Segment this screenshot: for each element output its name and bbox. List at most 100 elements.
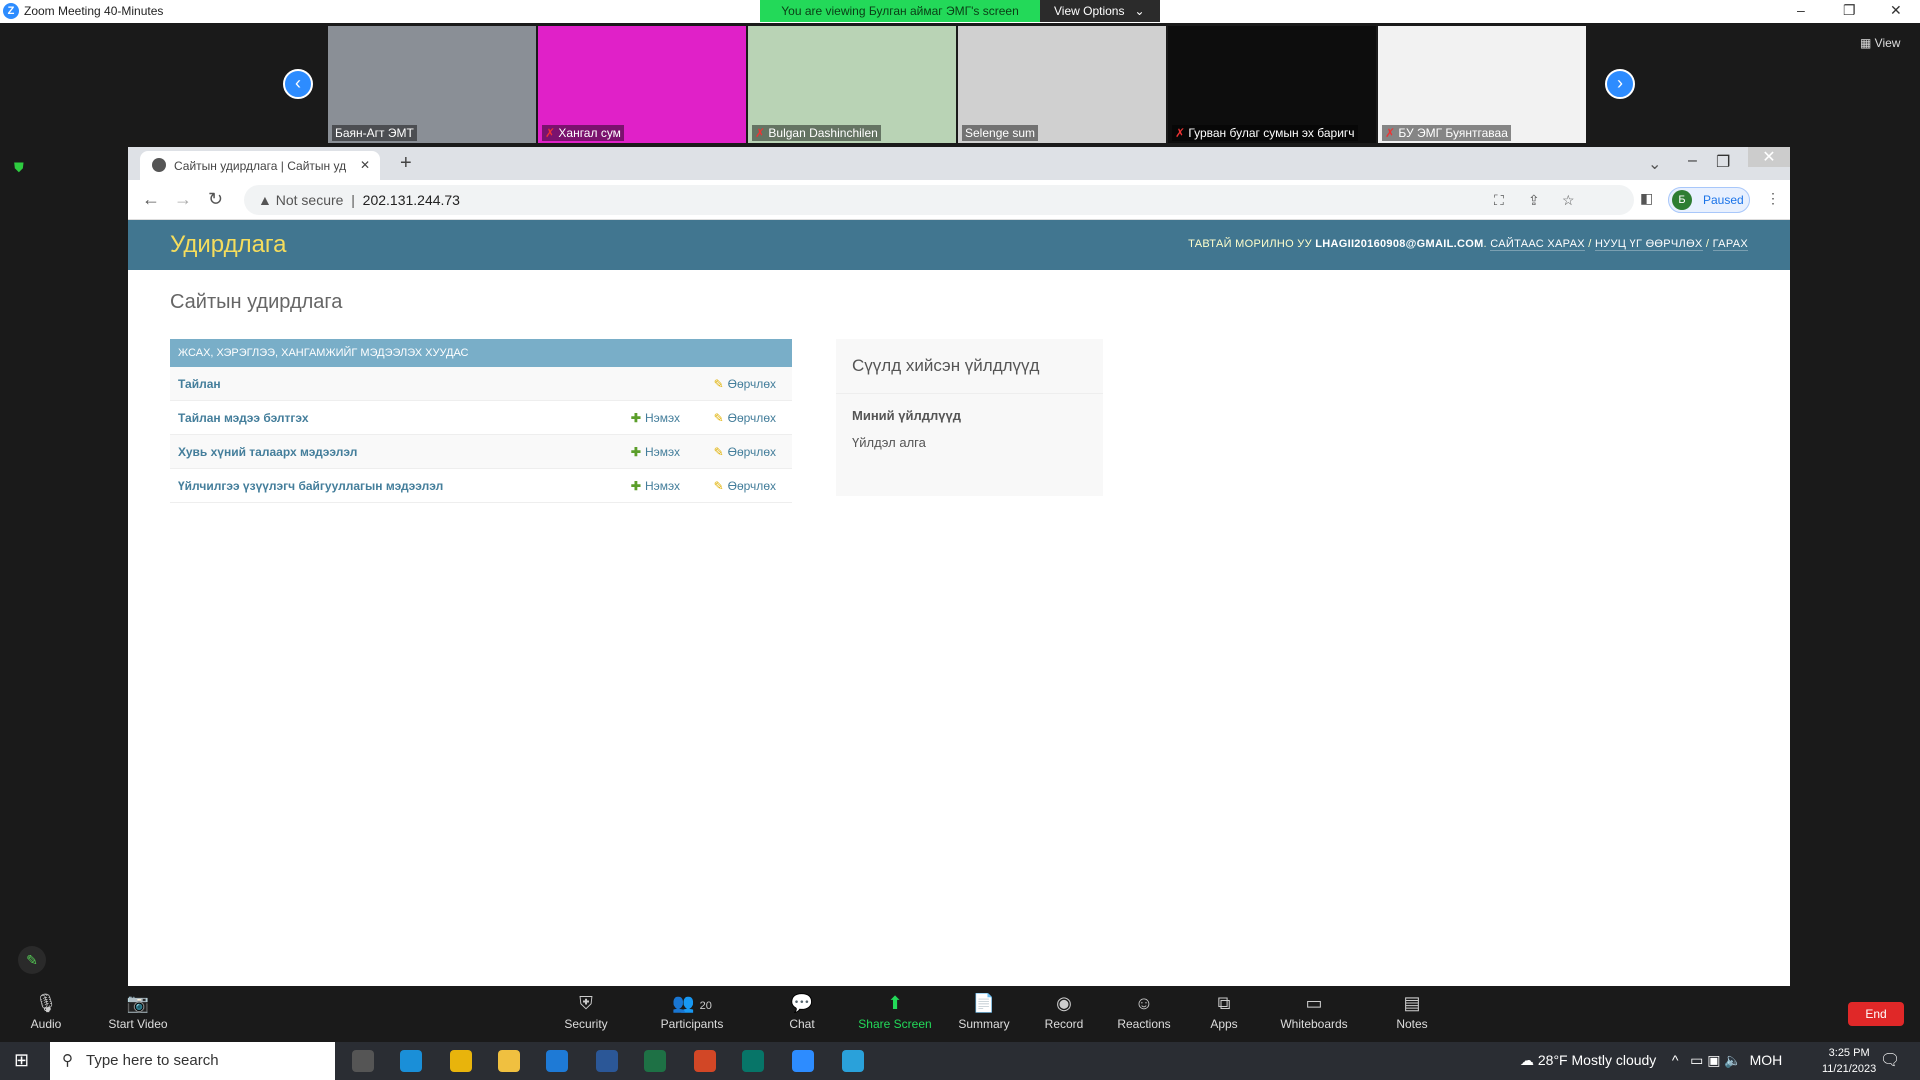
change-password-link[interactable]: НУУЦ ҮГ ӨӨРЧЛӨХ xyxy=(1594,238,1703,251)
notifications-icon[interactable]: 🗨 xyxy=(1880,1050,1900,1070)
participant-tile[interactable]: ✗ Гурван булаг сумын эх баригч xyxy=(1168,26,1376,143)
welcome-text: ТАВТАЙ МОРИЛНО УУ xyxy=(1188,238,1312,250)
reactions-icon: ☺ xyxy=(1134,993,1154,1013)
whiteboards-button[interactable]: ▭ Whiteboards xyxy=(1274,993,1354,1031)
profile-button[interactable]: Б Paused xyxy=(1668,187,1750,213)
audio-button[interactable]: 🎙 Audio xyxy=(6,993,86,1031)
muted-mic-icon: ✗ xyxy=(1175,126,1189,140)
browser-window: Сайтын удирдлага | Сайтын уд ✕ + ⌄ – ❐ ✕ … xyxy=(128,147,1790,986)
next-page-button[interactable]: › xyxy=(1605,69,1635,99)
browser-restore-button[interactable]: ❐ xyxy=(1716,152,1730,172)
word-icon[interactable] xyxy=(596,1050,618,1072)
participant-name: Selenge sum xyxy=(962,125,1039,141)
plus-icon: ✚ xyxy=(630,479,641,493)
notes-button[interactable]: ▤ Notes xyxy=(1372,993,1452,1031)
reactions-button[interactable]: ☺ Reactions xyxy=(1104,993,1184,1031)
change-link[interactable]: ✎ Өөрчлөх xyxy=(714,367,776,401)
participant-tile[interactable]: ✗ БУ ЭМГ Буянтгаваа xyxy=(1378,26,1586,143)
participant-tile[interactable]: Selenge sum xyxy=(958,26,1166,143)
participant-name: ✗ БУ ЭМГ Буянтгаваа xyxy=(1382,125,1511,141)
add-link[interactable]: ✚ Нэмэх xyxy=(631,469,680,503)
window-title: Zoom Meeting 40-Minutes xyxy=(24,4,164,18)
translate-icon[interactable]: ⛶ xyxy=(1494,185,1504,215)
chrome-icon[interactable] xyxy=(450,1050,472,1072)
change-link[interactable]: ✎ Өөрчлөх xyxy=(714,435,776,469)
summary-button[interactable]: 📄 Summary xyxy=(944,993,1024,1031)
excel-icon[interactable] xyxy=(644,1050,666,1072)
task-view-icon[interactable] xyxy=(352,1050,374,1072)
change-link[interactable]: ✎ Өөрчлөх xyxy=(714,401,776,435)
close-tab-icon[interactable]: ✕ xyxy=(360,158,370,172)
zoom-taskbar-icon[interactable] xyxy=(792,1050,814,1072)
share-button[interactable]: ⬆ Share Screen xyxy=(855,993,935,1031)
powerpoint-icon[interactable] xyxy=(694,1050,716,1072)
annotate-pencil-icon[interactable]: ✎ xyxy=(18,946,46,974)
edge-icon[interactable] xyxy=(400,1050,422,1072)
view-options-label: View Options xyxy=(1054,4,1125,18)
tab-search-icon[interactable]: ⌄ xyxy=(1648,154,1661,174)
muted-mic-icon: ✗ xyxy=(755,126,769,140)
add-link[interactable]: ✚ Нэмэх xyxy=(631,401,680,435)
site-brand[interactable]: Удирдлага xyxy=(170,231,287,259)
share-icon[interactable]: ⇪ xyxy=(1528,185,1540,215)
minimize-button[interactable]: – xyxy=(1797,2,1805,18)
mail-icon[interactable] xyxy=(546,1050,568,1072)
notes-icon: ▤ xyxy=(1403,993,1421,1013)
muted-mic-icon: ✗ xyxy=(545,126,559,140)
taskbar-search-input[interactable]: ⚲ Type here to search xyxy=(50,1042,335,1080)
participant-name: ✗ Хангал сум xyxy=(542,125,624,141)
model-link[interactable]: Үйлчилгээ үзүүлэгч байгууллагын мэдээлэл xyxy=(178,479,443,493)
end-meeting-button[interactable]: End xyxy=(1848,1002,1904,1026)
chat-button[interactable]: 💬 Chat xyxy=(762,993,842,1031)
language-indicator[interactable]: МОН xyxy=(1750,1052,1783,1068)
bookmark-star-icon[interactable]: ☆ xyxy=(1562,185,1575,215)
windows-start-icon[interactable]: ⊞ xyxy=(14,1050,29,1071)
file-explorer-icon[interactable] xyxy=(498,1050,520,1072)
apps-button[interactable]: ⧉ Apps xyxy=(1184,993,1264,1031)
model-link[interactable]: Хувь хүний талаарх мэдээлэл xyxy=(178,445,357,459)
participant-tile[interactable]: ✗ Хангал сум xyxy=(538,26,746,143)
site-header: Удирдлага ТАВТАЙ МОРИЛНО УУ LHAGII201609… xyxy=(128,220,1790,270)
record-button[interactable]: ◉ Record xyxy=(1024,993,1104,1031)
add-link[interactable]: ✚ Нэмэх xyxy=(631,435,680,469)
menu-kebab-icon[interactable]: ⋮ xyxy=(1766,190,1780,207)
change-link[interactable]: ✎ Өөрчлөх xyxy=(714,469,776,503)
new-tab-button[interactable]: + xyxy=(400,152,412,175)
forward-icon[interactable]: → xyxy=(174,189,192,210)
side-panel-icon[interactable]: ◧ xyxy=(1640,190,1653,207)
module-caption[interactable]: ЖСАХ, ХЭРЭГЛЭЭ, ХАНГАМЖИЙГ МЭДЭЭЛЭХ ХУУД… xyxy=(170,339,792,367)
record-icon: ◉ xyxy=(1056,993,1072,1013)
telegram-icon[interactable] xyxy=(842,1050,864,1072)
participants-button[interactable]: 👥 20 Participants xyxy=(652,993,732,1031)
view-options-button[interactable]: View Options ⌄ xyxy=(1040,0,1160,22)
model-row: Хувь хүний талаарх мэдээлэл ✚ Нэмэх ✎ Өөрчлө… xyxy=(170,435,792,469)
publisher-icon[interactable] xyxy=(742,1050,764,1072)
close-button[interactable]: ✕ xyxy=(1890,2,1902,19)
url-input[interactable]: ▲ Not secure | 202.131.244.73 ⛶ ⇪ ☆ xyxy=(244,185,1634,215)
prev-page-button[interactable]: ‹ xyxy=(283,69,313,99)
browser-tab[interactable]: Сайтын удирдлага | Сайтын уд ✕ xyxy=(140,151,380,180)
user-tools: ТАВТАЙ МОРИЛНО УУ LHAGII20160908@GMAIL.C… xyxy=(1188,238,1748,251)
whiteboard-icon: ▭ xyxy=(1305,993,1323,1013)
participant-tile[interactable]: Баян-Агт ЭМТ xyxy=(328,26,536,143)
clock-date: 11/21/2023 xyxy=(1822,1063,1877,1075)
zoom-logo-icon: Z xyxy=(3,3,19,19)
view-site-link[interactable]: САЙТААС ХАРАХ xyxy=(1490,238,1585,251)
browser-close-button[interactable]: ✕ xyxy=(1748,147,1790,167)
restore-button[interactable]: ❐ xyxy=(1843,2,1856,19)
model-link[interactable]: Тайлан xyxy=(178,377,221,391)
browser-minimize-button[interactable]: – xyxy=(1688,152,1697,170)
reload-icon[interactable]: ↻ xyxy=(208,189,223,210)
weather-text[interactable]: 28°F Mostly cloudy xyxy=(1538,1052,1656,1068)
video-button[interactable]: 📷 Start Video xyxy=(98,993,178,1031)
chevron-down-icon: ⌄ xyxy=(1127,4,1145,18)
taskbar-clock[interactable]: 3:25 PM 11/21/2023 xyxy=(1822,1045,1876,1077)
model-link[interactable]: Тайлан мэдээ бэлтгэх xyxy=(178,411,309,425)
participant-tile[interactable]: ✗ Bulgan Dashinchilen xyxy=(748,26,956,143)
plus-icon: ✚ xyxy=(630,411,641,425)
view-button[interactable]: ▦ View xyxy=(1860,36,1900,50)
security-button[interactable]: ⛨ Security xyxy=(546,993,626,1031)
logout-link[interactable]: ГАРАХ xyxy=(1712,238,1748,251)
video-off-icon: 📷 xyxy=(126,993,150,1013)
back-icon[interactable]: ← xyxy=(142,189,160,210)
